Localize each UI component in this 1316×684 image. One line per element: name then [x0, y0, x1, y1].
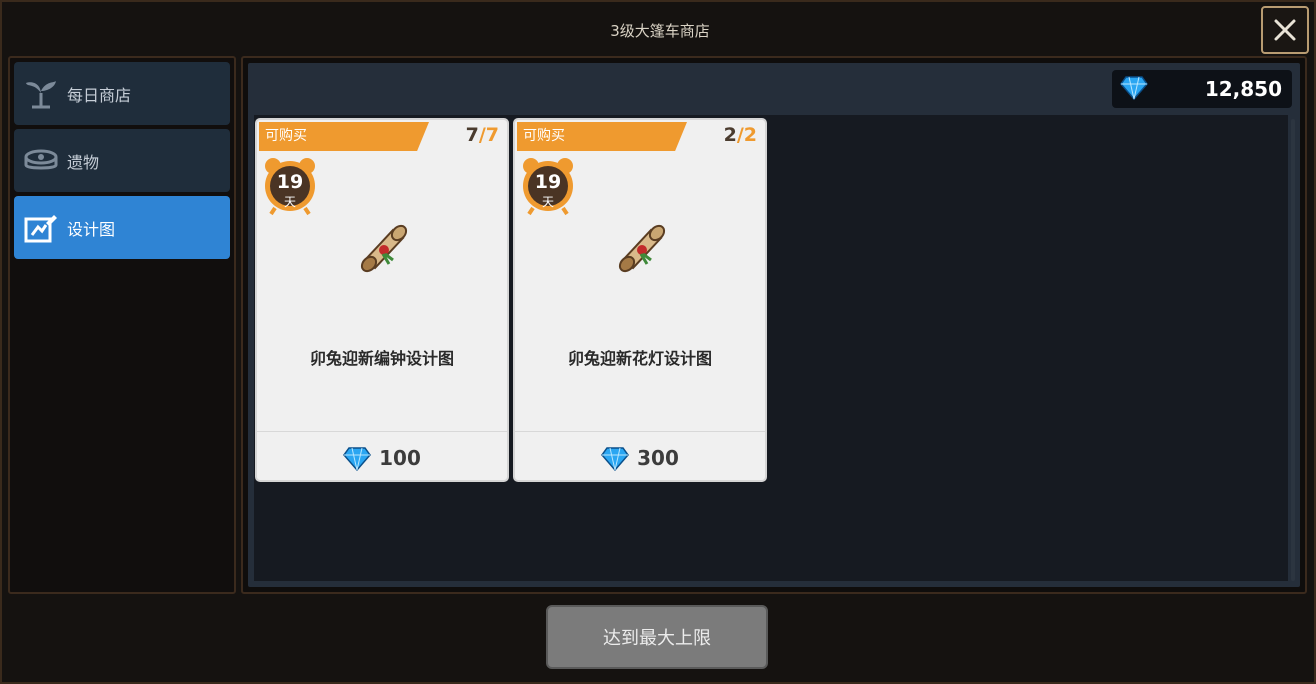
max-limit-button[interactable]: 达到最大上限 — [546, 605, 768, 669]
window-title: 3级大篷车商店 — [610, 22, 710, 40]
timer-value: 19 — [534, 171, 562, 193]
currency-display: 12,850 — [1112, 70, 1292, 108]
sidebar-item-label: 每日商店 — [67, 85, 132, 105]
blueprint-scroll-icon — [615, 220, 669, 276]
relic-icon — [23, 143, 59, 179]
stock-separator: / — [736, 124, 744, 146]
timer-unit: 天 — [541, 195, 554, 209]
sidebar-item-daily-shop[interactable]: 每日商店 — [14, 62, 230, 125]
shop-item-card[interactable]: 可购买 2/2 19 天 卯兔迎新花灯设计图 300 — [513, 118, 767, 482]
stock-max: 7 — [485, 124, 499, 146]
sidebar-item-label: 遗物 — [67, 152, 100, 172]
stock-count: 2/2 — [724, 124, 757, 146]
card-divider — [515, 431, 765, 432]
category-sidebar: 每日商店 遗物 设计图 — [8, 56, 236, 594]
stock-max: 2 — [743, 124, 757, 146]
shop-item-card[interactable]: 可购买 7/7 19 天 卯兔迎新编钟设计图 100 — [255, 118, 509, 482]
currency-amount: 12,850 — [1204, 77, 1282, 101]
item-name: 卯兔迎新编钟设计图 — [309, 349, 454, 368]
timer-unit: 天 — [283, 195, 296, 209]
sprout-icon — [23, 76, 59, 112]
blueprint-scroll-icon — [357, 220, 411, 276]
item-name: 卯兔迎新花灯设计图 — [567, 349, 712, 368]
price-value: 300 — [637, 446, 679, 470]
stock-count: 7/7 — [466, 124, 499, 146]
price-tag: 300 — [515, 442, 765, 474]
stock-current: 2 — [723, 124, 737, 146]
timer-value: 19 — [276, 171, 304, 193]
stock-separator: / — [478, 124, 486, 146]
blueprint-icon — [23, 210, 59, 246]
price-tag: 100 — [257, 442, 507, 474]
sidebar-item-blueprints[interactable]: 设计图 — [14, 196, 230, 259]
purchasable-tag: 可购买 — [517, 122, 687, 151]
sidebar-item-relics[interactable]: 遗物 — [14, 129, 230, 192]
card-divider — [257, 431, 507, 432]
diamond-icon — [1120, 73, 1148, 105]
timer-badge: 19 天 — [521, 156, 575, 216]
close-button[interactable] — [1261, 6, 1309, 54]
diamond-icon — [601, 447, 630, 472]
sidebar-item-label: 设计图 — [67, 219, 116, 239]
timer-badge: 19 天 — [263, 156, 317, 216]
diamond-icon — [343, 447, 372, 472]
stock-current: 7 — [465, 124, 479, 146]
price-value: 100 — [379, 446, 421, 470]
scrollbar[interactable] — [1291, 119, 1295, 581]
purchasable-tag: 可购买 — [259, 122, 429, 151]
close-icon — [1274, 19, 1296, 41]
